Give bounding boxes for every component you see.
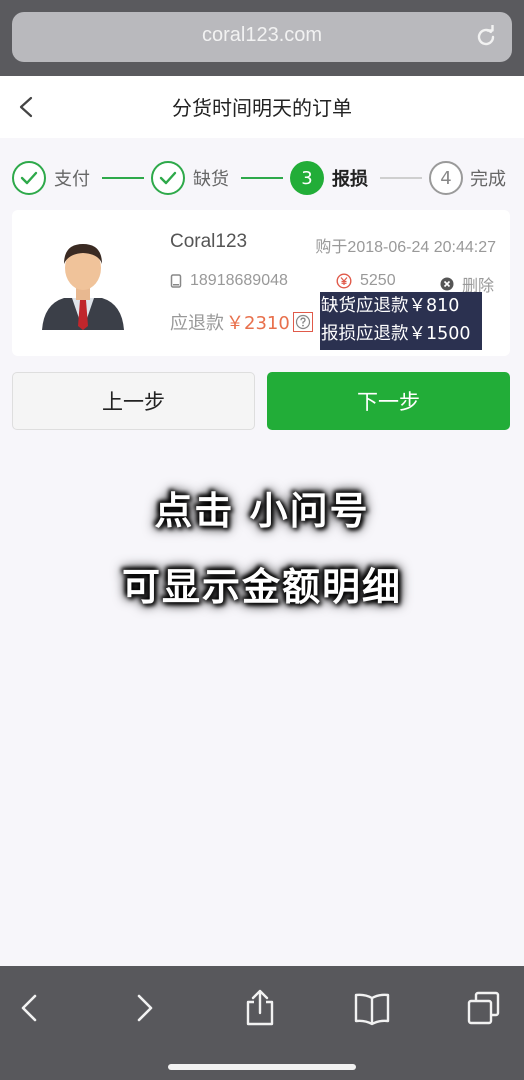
- browser-back-icon[interactable]: [12, 988, 48, 1028]
- tabs-icon[interactable]: [466, 988, 502, 1028]
- customer-name: Coral123: [170, 231, 248, 252]
- phone-row: 18918689048: [170, 272, 288, 290]
- tooltip-line-damage: 报损应退款￥1500: [321, 324, 471, 344]
- currency-icon: [336, 273, 352, 289]
- overlay-caption-line-2: 可显示金额明细: [121, 565, 402, 609]
- step-2-label: 缺货: [193, 169, 229, 190]
- share-icon[interactable]: [242, 988, 278, 1028]
- purchase-time: 购于2018-06-24 20:44:27: [315, 239, 496, 256]
- refund-detail-tooltip: 缺货应退款￥810 报损应退款￥1500: [320, 292, 482, 350]
- browser-forward-icon[interactable]: [126, 988, 162, 1028]
- step-4-label: 完成: [470, 169, 506, 190]
- tooltip-line-shortage: 缺货应退款￥810: [321, 296, 460, 316]
- phone-icon: [170, 274, 182, 288]
- prev-step-button[interactable]: 上一步: [12, 372, 255, 430]
- page-header: 分货时间明天的订单: [0, 76, 524, 138]
- home-indicator[interactable]: [168, 1064, 356, 1070]
- step-2-check-icon: [151, 161, 185, 195]
- step-connector: [241, 177, 283, 179]
- browser-toolbar: [0, 966, 524, 1080]
- reload-icon[interactable]: [474, 25, 498, 49]
- refund-label: 应退款: [170, 313, 224, 334]
- order-amount: 5250: [360, 272, 396, 289]
- amount-row: 5250: [336, 272, 396, 290]
- next-step-button[interactable]: 下一步: [267, 372, 510, 430]
- step-4-number: 4: [429, 161, 463, 195]
- step-connector: [380, 177, 422, 179]
- browser-top-bar: coral123.com: [0, 0, 524, 76]
- step-3-label: 报损: [332, 169, 368, 190]
- step-connector: [102, 177, 144, 179]
- refund-row: 应退款 ￥2310: [170, 309, 313, 335]
- phone-number: 18918689048: [190, 272, 288, 289]
- page-title: 分货时间明天的订单: [172, 96, 352, 120]
- url-text[interactable]: coral123.com: [12, 24, 512, 47]
- close-icon: [440, 277, 454, 291]
- address-bar[interactable]: coral123.com: [12, 12, 512, 62]
- avatar: [42, 244, 124, 330]
- refund-amount: ￥2310: [226, 313, 290, 334]
- step-3-number: 3: [290, 161, 324, 195]
- bookmarks-icon[interactable]: [354, 988, 390, 1028]
- question-icon[interactable]: [292, 312, 313, 332]
- step-1-check-icon: [12, 161, 46, 195]
- step-1-label: 支付: [54, 169, 90, 190]
- progress-steps: 支付 缺货 3 报损 4 完成: [0, 150, 524, 206]
- overlay-caption-line-1: 点击 小问号: [154, 489, 370, 533]
